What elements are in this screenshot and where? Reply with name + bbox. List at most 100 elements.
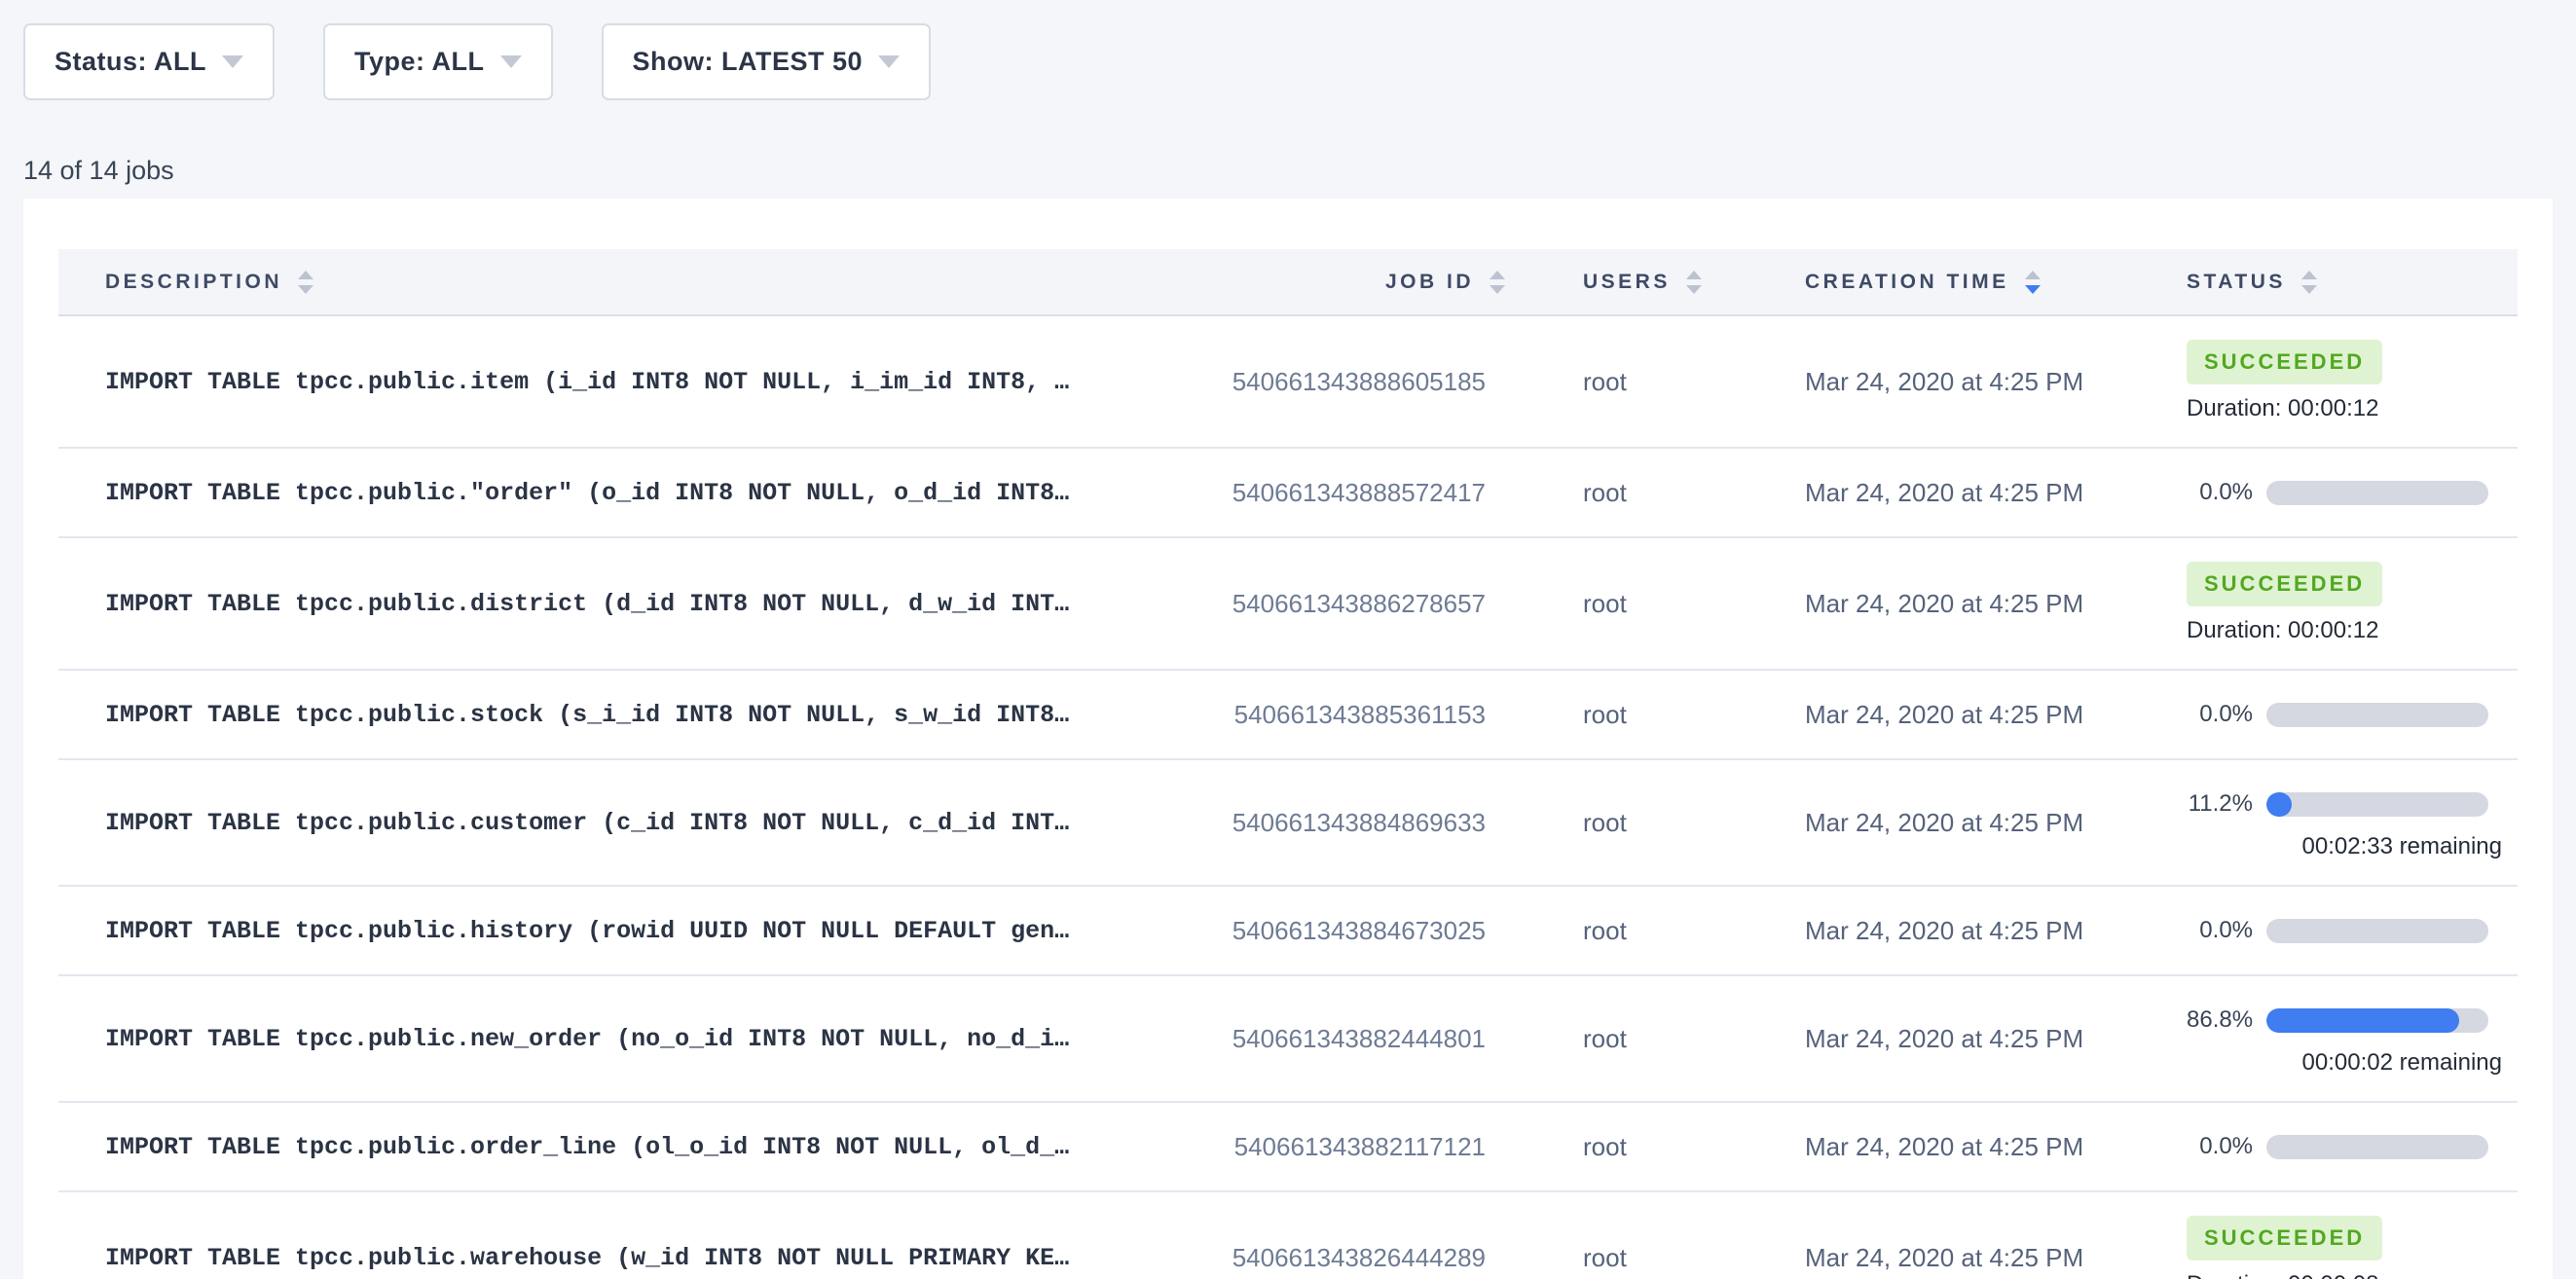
- job-status-cell: SUCCEEDED Duration: 00:00:12: [2148, 537, 2518, 670]
- job-creation-time: Mar 24, 2020 at 4:25 PM: [1758, 759, 2148, 886]
- chevron-down-icon: [222, 55, 243, 68]
- column-header-description[interactable]: DESCRIPTION: [58, 249, 1116, 315]
- show-filter-dropdown[interactable]: Show: LATEST 50: [602, 23, 932, 100]
- job-description: IMPORT TABLE tpcc.public.warehouse (w_id…: [58, 1191, 1116, 1279]
- job-description: IMPORT TABLE tpcc.public.stock (s_i_id I…: [58, 670, 1116, 759]
- progress-percent: 0.0%: [2187, 701, 2266, 728]
- job-description: IMPORT TABLE tpcc.public.district (d_id …: [58, 537, 1116, 670]
- job-user: root: [1505, 537, 1758, 670]
- job-creation-time: Mar 24, 2020 at 4:25 PM: [1758, 886, 2148, 975]
- job-description: IMPORT TABLE tpcc.public."order" (o_id I…: [58, 448, 1116, 537]
- show-filter-label: Show: LATEST 50: [633, 47, 864, 77]
- column-header-users[interactable]: USERS: [1505, 249, 1758, 315]
- column-header-label: JOB ID: [1385, 271, 1474, 294]
- jobs-table-card: DESCRIPTION JOB ID USERS CREATION TIME STATU…: [23, 199, 2553, 1279]
- job-id: 540661343884869633: [1116, 759, 1505, 886]
- job-user: root: [1505, 1191, 1758, 1279]
- status-badge: SUCCEEDED: [2187, 562, 2382, 606]
- job-status-cell: SUCCEEDED Duration: 00:00:08: [2148, 1191, 2518, 1279]
- job-status-cell: SUCCEEDEDDuration: 00:00:12: [2148, 315, 2518, 448]
- progress-bar: [2266, 919, 2488, 943]
- job-status-cell: 0.0%: [2148, 886, 2518, 975]
- job-id: 540661343882444801: [1116, 975, 1505, 1102]
- progress-bar: [2266, 1008, 2488, 1033]
- sort-asc-icon: [2025, 271, 2041, 279]
- progress-row: 0.0%: [2187, 472, 2518, 513]
- job-creation-time: Mar 24, 2020 at 4:25 PM: [1758, 1102, 2148, 1191]
- job-id: 540661343826444289: [1116, 1191, 1505, 1279]
- type-filter-label: Type: ALL: [354, 47, 485, 77]
- job-description: IMPORT TABLE tpcc.public.item (i_id INT8…: [58, 315, 1116, 448]
- sort-asc-icon: [2301, 271, 2317, 279]
- progress-percent: 0.0%: [2187, 1133, 2266, 1160]
- table-row[interactable]: IMPORT TABLE tpcc.public.warehouse (w_id…: [58, 1191, 2518, 1279]
- chevron-down-icon: [500, 55, 522, 68]
- jobs-table-body: IMPORT TABLE tpcc.public.item (i_id INT8…: [58, 315, 2518, 1279]
- column-header-creation-time[interactable]: CREATION TIME: [1758, 249, 2148, 315]
- status-filter-label: Status: ALL: [55, 47, 206, 77]
- status-filter-dropdown[interactable]: Status: ALL: [23, 23, 275, 100]
- job-status-cell: 0.0%: [2148, 1102, 2518, 1191]
- table-row[interactable]: IMPORT TABLE tpcc.public.district (d_id …: [58, 537, 2518, 670]
- status-badge: SUCCEEDED: [2187, 1216, 2382, 1261]
- job-id: 540661343886278657: [1116, 537, 1505, 670]
- progress-bar-fill: [2266, 1008, 2459, 1033]
- job-status-cell: 86.8% 00:00:02 remaining: [2148, 975, 2518, 1102]
- job-creation-time: Mar 24, 2020 at 4:25 PM: [1758, 448, 2148, 537]
- column-header-label: USERS: [1583, 271, 1671, 294]
- job-user: root: [1505, 1102, 1758, 1191]
- sort-asc-icon: [1686, 271, 1702, 279]
- job-description: IMPORT TABLE tpcc.public.order_line (ol_…: [58, 1102, 1116, 1191]
- job-user: root: [1505, 315, 1758, 448]
- column-header-label: DESCRIPTION: [105, 271, 282, 294]
- job-duration: Duration: 00:00:12: [2187, 394, 2518, 423]
- sort-asc-icon: [1490, 271, 1505, 279]
- sort-arrows-icon[interactable]: [1490, 271, 1505, 294]
- sort-arrows-icon[interactable]: [2025, 271, 2041, 294]
- job-duration: Duration: 00:00:12: [2187, 616, 2518, 645]
- jobs-page: Status: ALL Type: ALL Show: LATEST 50 14…: [0, 0, 2576, 1279]
- progress-row: 11.2%: [2187, 784, 2518, 824]
- job-creation-time: Mar 24, 2020 at 4:25 PM: [1758, 537, 2148, 670]
- job-id: 540661343888605185: [1116, 315, 1505, 448]
- job-creation-time: Mar 24, 2020 at 4:25 PM: [1758, 670, 2148, 759]
- column-header-label: STATUS: [2187, 271, 2286, 294]
- job-duration: Duration: 00:00:08: [2187, 1270, 2518, 1279]
- sort-desc-icon: [2025, 285, 2041, 294]
- progress-percent: 0.0%: [2187, 917, 2266, 944]
- job-creation-time: Mar 24, 2020 at 4:25 PM: [1758, 975, 2148, 1102]
- progress-bar: [2266, 792, 2488, 817]
- table-row[interactable]: IMPORT TABLE tpcc.public.customer (c_id …: [58, 759, 2518, 886]
- job-description: IMPORT TABLE tpcc.public.new_order (no_o…: [58, 975, 1116, 1102]
- progress-row: 0.0%: [2187, 694, 2518, 735]
- table-row[interactable]: IMPORT TABLE tpcc.public.new_order (no_o…: [58, 975, 2518, 1102]
- progress-bar: [2266, 703, 2488, 727]
- table-row[interactable]: IMPORT TABLE tpcc.public.history (rowid …: [58, 886, 2518, 975]
- job-id: 540661343888572417: [1116, 448, 1505, 537]
- sort-arrows-icon[interactable]: [2301, 271, 2317, 294]
- column-header-status[interactable]: STATUS: [2148, 249, 2518, 315]
- time-remaining: 00:00:02 remaining: [2187, 1048, 2502, 1078]
- progress-percent: 0.0%: [2187, 479, 2266, 506]
- table-row[interactable]: IMPORT TABLE tpcc.public.order_line (ol_…: [58, 1102, 2518, 1191]
- column-header-label: CREATION TIME: [1805, 271, 2009, 294]
- column-header-job-id[interactable]: JOB ID: [1116, 249, 1505, 315]
- table-row[interactable]: IMPORT TABLE tpcc.public.stock (s_i_id I…: [58, 670, 2518, 759]
- type-filter-dropdown[interactable]: Type: ALL: [323, 23, 553, 100]
- job-creation-time: Mar 24, 2020 at 4:25 PM: [1758, 1191, 2148, 1279]
- table-row[interactable]: IMPORT TABLE tpcc.public."order" (o_id I…: [58, 448, 2518, 537]
- job-description: IMPORT TABLE tpcc.public.customer (c_id …: [58, 759, 1116, 886]
- sort-desc-icon: [2301, 285, 2317, 294]
- sort-arrows-icon[interactable]: [1686, 271, 1702, 294]
- table-row[interactable]: IMPORT TABLE tpcc.public.item (i_id INT8…: [58, 315, 2518, 448]
- progress-bar: [2266, 1135, 2488, 1159]
- sort-desc-icon: [298, 285, 313, 294]
- jobs-table: DESCRIPTION JOB ID USERS CREATION TIME STATU…: [58, 249, 2518, 1279]
- sort-arrows-icon[interactable]: [298, 271, 313, 294]
- job-user: root: [1505, 886, 1758, 975]
- progress-percent: 86.8%: [2187, 1006, 2266, 1034]
- sort-asc-icon: [298, 271, 313, 279]
- time-remaining: 00:02:33 remaining: [2187, 832, 2502, 861]
- filter-toolbar: Status: ALL Type: ALL Show: LATEST 50: [23, 23, 2553, 100]
- job-user: root: [1505, 975, 1758, 1102]
